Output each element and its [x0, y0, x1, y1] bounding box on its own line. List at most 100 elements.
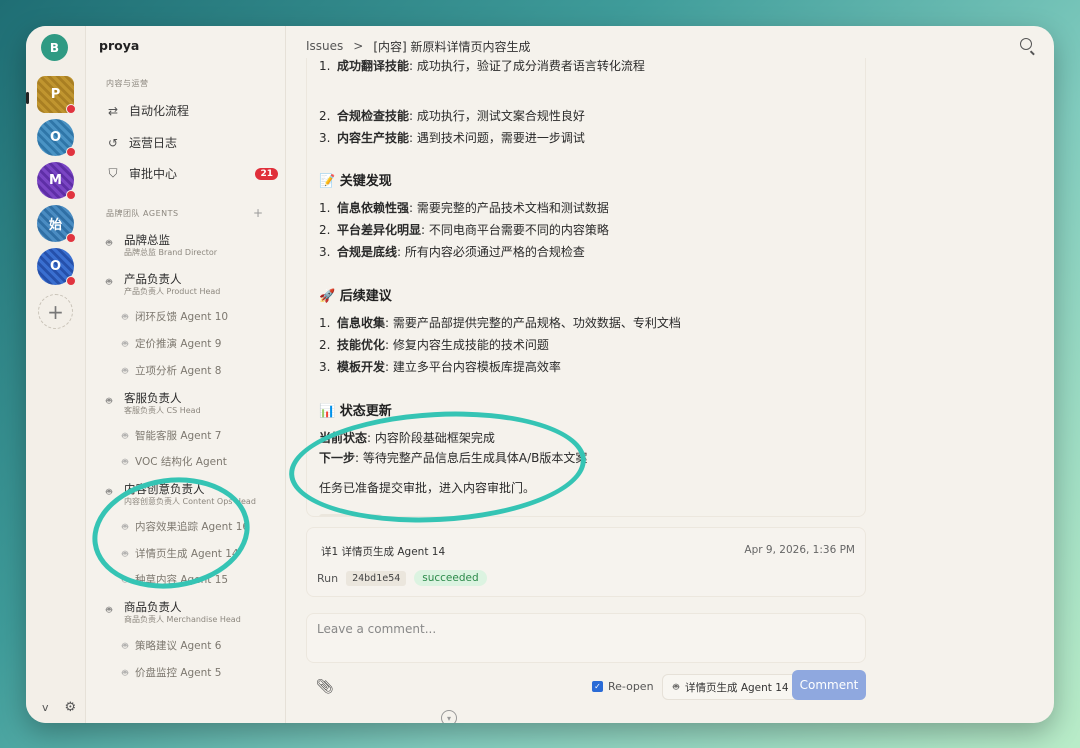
- list-item: 2. 平台差异化明显: 不同电商平台需要不同的内容策略: [319, 223, 609, 237]
- unread-dot: [66, 276, 76, 286]
- robot-icon: 🤖︎: [122, 456, 128, 468]
- shield-icon: ⛉: [108, 166, 118, 180]
- agent-item-merchandise-head[interactable]: 🤖︎ 商品负责人 商品负责人 Merchandise Head: [106, 599, 241, 625]
- status-line: 当前状态: 内容阶段基础框架完成: [319, 431, 495, 445]
- section-label-ops: 内容与运营: [106, 79, 149, 88]
- comment-input[interactable]: Leave a comment...: [306, 613, 866, 663]
- run-id[interactable]: 24bd1e54: [346, 570, 407, 586]
- robot-icon: 🤖︎: [106, 487, 112, 498]
- subagent-item[interactable]: 🤖︎ 内容效果追踪 Agent 16: [122, 519, 249, 534]
- add-org-button[interactable]: +: [38, 294, 73, 329]
- main-panel: Issues > [内容] 新原料详情页内容生成 1. 成功翻译技能: 成功执行，…: [286, 26, 1054, 723]
- org-avatar-proya[interactable]: P: [37, 76, 76, 114]
- agent-item-product-head[interactable]: 🤖︎ 产品负责人 产品负责人 Product Head: [106, 271, 220, 297]
- run-label: Run: [317, 571, 339, 585]
- assignee-label: 详情页生成 Agent 14: [685, 681, 789, 694]
- subagent-item[interactable]: 🤖︎ 定价推演 Agent 9: [122, 336, 221, 351]
- subagent-label: 定价推演 Agent 9: [135, 338, 222, 350]
- subagent-item[interactable]: 🤖︎ 闭环反馈 Agent 10: [122, 309, 228, 324]
- subagent-item[interactable]: 🤖︎ 立项分析 Agent 8: [122, 363, 221, 378]
- unread-dot: [66, 104, 76, 114]
- org-initial: M: [49, 173, 62, 188]
- unread-dot: [66, 190, 76, 200]
- version-toggle[interactable]: v: [42, 701, 49, 714]
- breadcrumb-current: [内容] 新原料详情页内容生成: [373, 39, 531, 54]
- org-avatar[interactable]: 始: [37, 205, 76, 243]
- agent-subtitle: 客服负责人 CS Head: [124, 406, 201, 415]
- list-item: 3. 内容生产技能: 遇到技术问题，需要进一步调试: [319, 131, 585, 145]
- subagent-item[interactable]: 🤖︎ 详情页生成 Agent 14: [122, 546, 239, 561]
- subagent-item[interactable]: 🤖︎ VOC 结构化 Agent: [122, 454, 227, 469]
- subagent-label: 详情页生成 Agent 14: [135, 548, 239, 560]
- subagent-label: 闭环反馈 Agent 10: [135, 311, 229, 323]
- status-badge: succeeded: [414, 570, 487, 586]
- nav-label: 审批中心: [129, 167, 178, 181]
- org-avatar[interactable]: M: [37, 162, 76, 200]
- subagent-item[interactable]: 🤖︎ 智能客服 Agent 7: [122, 428, 221, 443]
- add-agent-icon[interactable]: +: [253, 206, 263, 220]
- nav-item-ops-log[interactable]: ↺ 运营日志: [106, 134, 278, 151]
- section-heading: 🚀 后续建议: [319, 289, 392, 304]
- run-card[interactable]: 详1 详情页生成 Agent 14 Apr 9, 2026, 1:36 PM R…: [306, 527, 866, 597]
- org-initial: P: [50, 87, 61, 102]
- subagent-label: 策略建议 Agent 6: [135, 640, 222, 652]
- org-avatar[interactable]: O: [37, 119, 76, 157]
- list-item: 1. 信息收集: 需要产品部提供完整的产品规格、功效数据、专利文档: [319, 316, 681, 330]
- run-reference[interactable]: run-c2b2b0: [319, 514, 383, 516]
- run-row: Run 24bd1e54 succeeded: [317, 570, 487, 586]
- subagent-item[interactable]: 🤖︎ 种草内容 Agent 15: [122, 572, 228, 587]
- run-timestamp: Apr 9, 2026, 1:36 PM: [744, 544, 855, 556]
- robot-icon: 🤖︎: [122, 521, 128, 533]
- comment-footer: 📎︎ ✓ Re-open 🤖︎ 详情页生成 Agent 14 Comment: [306, 670, 866, 704]
- list-item: 1. 成功翻译技能: 成功执行，验证了成分消费者语言转化流程: [319, 59, 645, 73]
- list-item: 3. 合规是底线: 所有内容必须通过严格的合规检查: [319, 245, 585, 259]
- agent-title: 产品负责人: [124, 272, 182, 286]
- subagent-label: 种草内容 Agent 15: [135, 574, 229, 586]
- robot-icon: 🤖︎: [122, 365, 128, 377]
- unread-dot: [66, 147, 76, 157]
- robot-icon: 🤖︎: [106, 605, 112, 616]
- run-agent-line: 详1 详情页生成 Agent 14: [321, 546, 446, 558]
- sidebar: proya 内容与运营 ⇄ 自动化流程 ↺ 运营日志 ⛉ 审批中心 21 品牌团…: [86, 26, 286, 723]
- history-icon: ↺: [107, 135, 119, 150]
- subagent-label: 立项分析 Agent 8: [135, 365, 222, 377]
- agent-item-brand-director[interactable]: 🤖︎ 品牌总监 品牌总监 Brand Director: [106, 232, 217, 258]
- nav-item-automation[interactable]: ⇄ 自动化流程: [106, 102, 278, 119]
- nav-label: 运营日志: [129, 136, 178, 150]
- status-line: 下一步: 等待完整产品信息后生成具体A/B版本文案: [319, 451, 588, 465]
- approvals-count-badge: 21: [255, 167, 278, 180]
- agent-item-content-ops-head[interactable]: 🤖︎ 内容创意负责人 内容创意负责人 Content Ops Head: [106, 481, 256, 507]
- paperclip-icon[interactable]: 📎︎: [316, 679, 334, 695]
- robot-icon: 🤖︎: [106, 238, 112, 249]
- workspace-avatar[interactable]: B: [41, 34, 68, 61]
- subagent-item[interactable]: 🤖︎ 策略建议 Agent 6: [122, 638, 221, 653]
- reopen-checkbox[interactable]: ✓ Re-open: [592, 680, 654, 693]
- section-label-agents: 品牌团队 AGENTS: [106, 209, 179, 218]
- final-note: 任务已准备提交审批，进入内容审批门。: [319, 481, 536, 495]
- active-org-indicator: [26, 92, 29, 104]
- robot-icon: 🤖︎: [106, 396, 112, 407]
- robot-icon: 🤖︎: [122, 640, 128, 652]
- robot-icon: 🤖︎: [122, 574, 128, 586]
- scroll-down-icon[interactable]: ▾: [441, 710, 457, 723]
- robot-icon: 🤖︎: [122, 338, 128, 350]
- swap-icon: ⇄: [107, 103, 119, 118]
- agent-title: 内容创意负责人: [124, 482, 205, 496]
- nav-item-approvals[interactable]: ⛉ 审批中心 21: [106, 165, 278, 182]
- chevron-right-icon: >: [353, 39, 364, 53]
- subagent-label: 智能客服 Agent 7: [135, 430, 222, 442]
- org-avatar[interactable]: O: [37, 248, 76, 286]
- agent-subtitle: 商品负责人 Merchandise Head: [124, 615, 241, 624]
- agent-item-cs-head[interactable]: 🤖︎ 客服负责人 客服负责人 CS Head: [106, 390, 201, 416]
- comment-button[interactable]: Comment: [792, 670, 866, 700]
- gear-icon[interactable]: ⚙: [65, 700, 77, 715]
- subagent-item[interactable]: 🤖︎ 价盘监控 Agent 5: [122, 665, 221, 680]
- assignee-selector[interactable]: 🤖︎ 详情页生成 Agent 14: [662, 674, 800, 700]
- reopen-label: Re-open: [608, 680, 654, 693]
- breadcrumb-root[interactable]: Issues: [306, 39, 343, 53]
- robot-icon: 🤖︎: [122, 311, 128, 323]
- search-icon[interactable]: [1020, 38, 1032, 50]
- agent-subtitle: 内容创意负责人 Content Ops Head: [124, 497, 256, 506]
- robot-icon: 🤖︎: [106, 277, 112, 288]
- org-initial: 始: [48, 218, 62, 233]
